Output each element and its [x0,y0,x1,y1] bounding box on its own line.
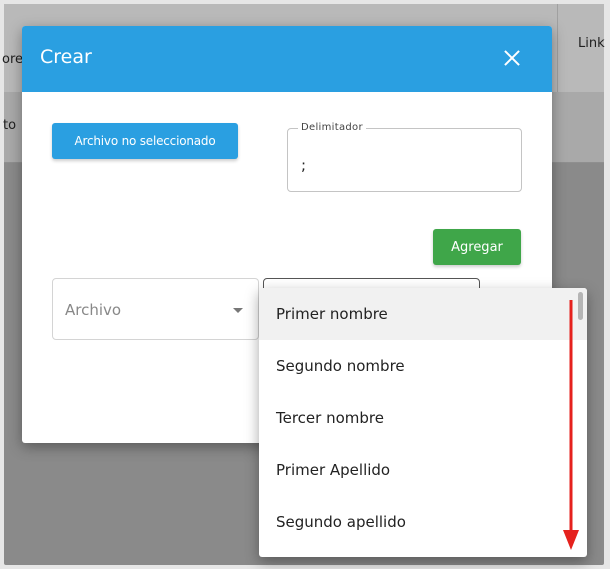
field-dropdown-menu: Primer nombre Segundo nombre Tercer nomb… [259,288,587,557]
background-column-divider [557,4,558,92]
dropdown-option[interactable]: Primer Apellido [259,444,587,496]
file-select-button[interactable]: Archivo no seleccionado [52,123,238,159]
background-header-fragment: ore [2,52,24,67]
dropdown-option[interactable]: Segundo apellido [259,496,587,548]
background-header-link: Link [578,36,605,51]
modal-title: Crear [40,46,92,68]
add-button[interactable]: Agregar [433,229,521,265]
modal-header: Crear [22,26,552,92]
close-icon[interactable] [500,46,524,70]
delimiter-label: Delimitador [298,122,366,133]
dropdown-option[interactable]: Segundo nombre [259,340,587,392]
delimiter-input[interactable]: ; [301,156,306,174]
background-row-fragment: to [3,118,17,133]
archivo-select[interactable]: Archivo [52,278,259,340]
archivo-select-placeholder: Archivo [65,301,122,319]
delimiter-field[interactable]: Delimitador ; [287,122,522,192]
dropdown-option[interactable]: Tercer nombre [259,392,587,444]
caret-down-icon [233,308,243,313]
arrow-down-annotation-icon [563,300,579,550]
dropdown-option[interactable]: Primer nombre [259,288,587,340]
